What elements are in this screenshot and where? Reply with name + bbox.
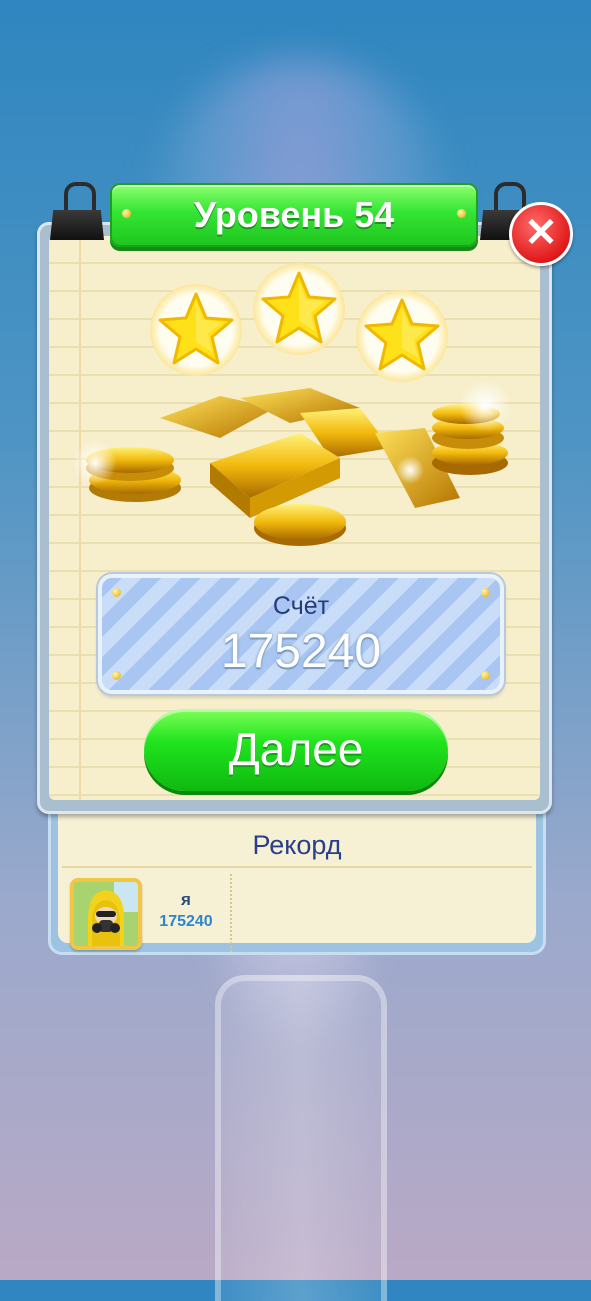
leaderboard-title: Рекорд: [252, 830, 342, 860]
entry-separator: [230, 874, 232, 952]
star-3-icon: [356, 290, 448, 382]
star-1-icon: [150, 284, 242, 376]
leaderboard-entry[interactable]: я 175240: [66, 874, 232, 958]
player-avatar: [70, 878, 142, 950]
star-2-icon: [253, 263, 345, 355]
close-button[interactable]: ✕: [509, 202, 573, 266]
hazmat-avatar-icon: [74, 882, 138, 946]
score-label: Счёт: [272, 592, 330, 620]
next-button[interactable]: Далее: [144, 709, 448, 791]
leaderboard-divider: [62, 866, 532, 868]
close-icon: ✕: [524, 211, 558, 255]
player-name: я: [181, 890, 191, 909]
level-title: Уровень 54: [193, 194, 395, 235]
gold-treasure-icon: [70, 378, 520, 553]
leaderboard-sheet: Рекорд я 175240: [58, 802, 536, 952]
binder-clip-left-icon: [50, 182, 104, 242]
leaderboard-panel: Рекорд я 175240: [48, 790, 546, 955]
level-banner: Уровень 54: [110, 183, 478, 247]
background-flask: [215, 975, 387, 1301]
player-score: 175240: [159, 913, 213, 930]
score-value: 175240: [220, 625, 382, 678]
next-button-label: Далее: [228, 723, 364, 775]
score-box: Счёт 175240: [98, 574, 504, 694]
